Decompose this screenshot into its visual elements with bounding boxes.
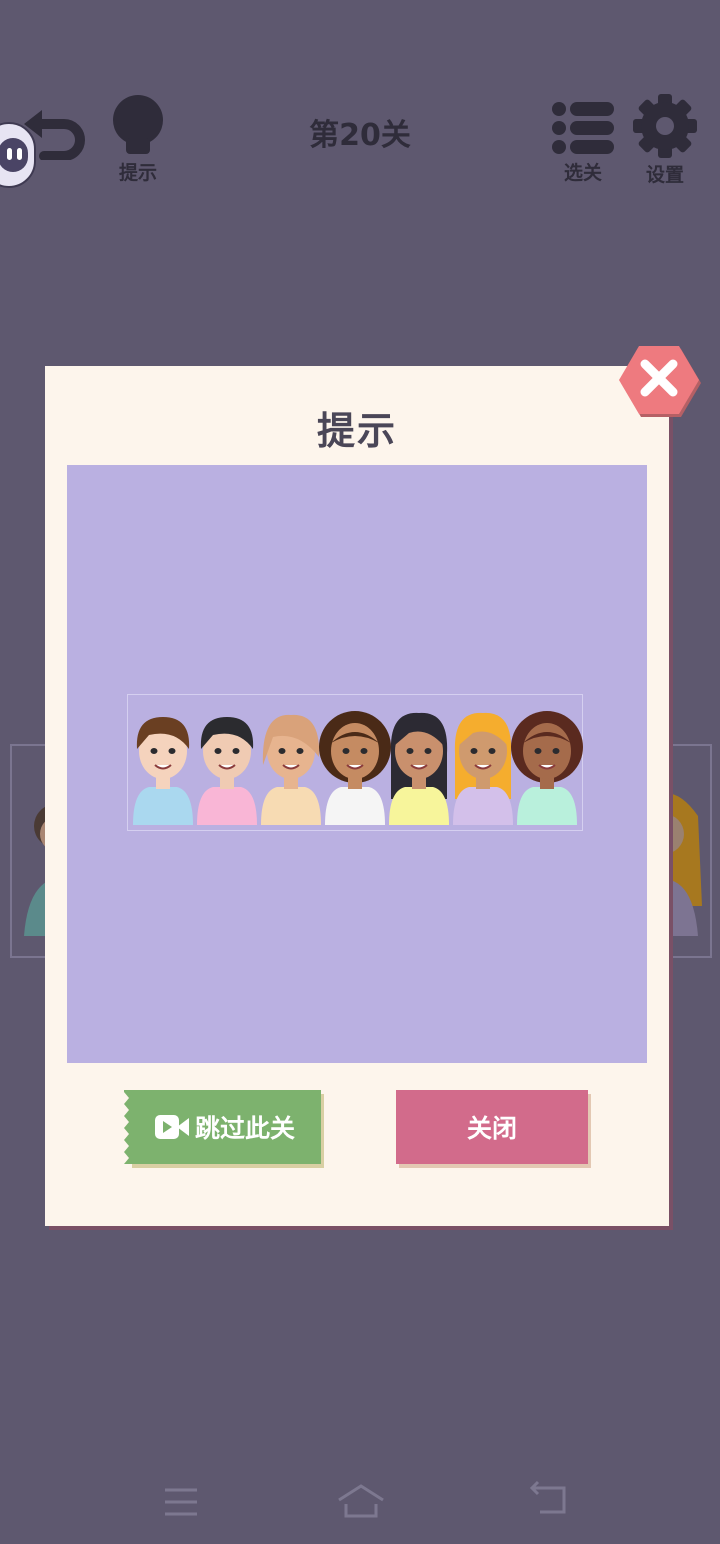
hint-image-area: [67, 465, 647, 1063]
video-icon: [154, 1115, 189, 1139]
return-icon[interactable]: [528, 1480, 570, 1524]
close-icon: [619, 346, 701, 417]
home-icon[interactable]: [336, 1480, 386, 1524]
person-5: [389, 712, 449, 825]
people-illustration: [133, 711, 583, 825]
person-2: [197, 717, 257, 825]
menu-icon[interactable]: [162, 1480, 200, 1524]
hint-image: [127, 694, 583, 831]
settings-button[interactable]: 设置: [630, 94, 700, 187]
gear-icon: [633, 94, 697, 158]
person-3: [261, 714, 321, 825]
list-icon: [552, 102, 614, 154]
zigzag-edge-left: [124, 1090, 134, 1164]
dialog-close-button[interactable]: [617, 342, 701, 418]
person-4: [319, 711, 391, 825]
select-level-button[interactable]: 选关: [550, 100, 616, 185]
close-button-label: 关闭: [466, 1114, 517, 1143]
hint-label: 提示: [118, 162, 157, 184]
person-7: [511, 711, 583, 825]
select-level-label: 选关: [563, 162, 602, 184]
skip-level-button[interactable]: 跳过此关: [124, 1090, 321, 1164]
dialog-title: 提示: [316, 409, 397, 453]
person-6: [453, 712, 513, 825]
person-1: [133, 717, 193, 825]
settings-label: 设置: [645, 164, 684, 186]
skip-level-label: 跳过此关: [194, 1114, 295, 1143]
close-button[interactable]: 关闭: [396, 1090, 588, 1164]
